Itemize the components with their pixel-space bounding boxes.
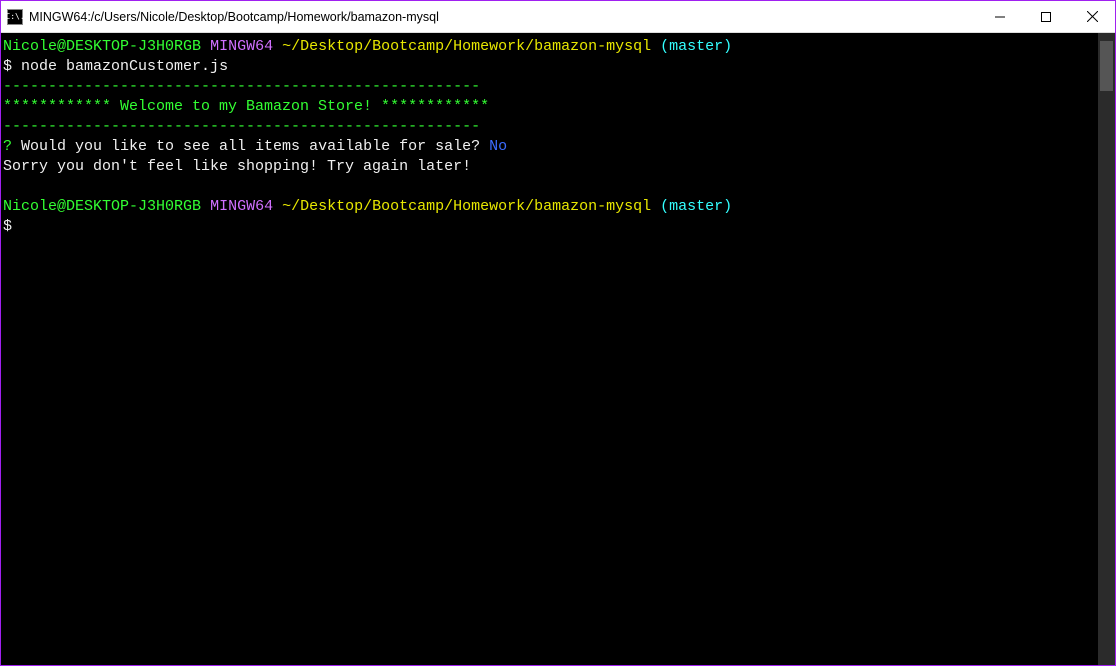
question-mark: ?: [3, 138, 12, 155]
prompt-path: ~/Desktop/Bootcamp/Homework/bamazon-mysq…: [282, 198, 651, 215]
prompt-env: MINGW64: [210, 198, 273, 215]
prompt-branch: (master): [660, 38, 732, 55]
welcome-banner: ************ Welcome to my Bamazon Store…: [3, 98, 489, 115]
terminal-icon: C:\.: [7, 9, 23, 25]
prompt-env: MINGW64: [210, 38, 273, 55]
vertical-scrollbar[interactable]: [1098, 33, 1115, 665]
sorry-message: Sorry you don't feel like shopping! Try …: [3, 158, 471, 175]
prompt-user: Nicole@DESKTOP-J3H0RGB: [3, 38, 201, 55]
terminal-area: Nicole@DESKTOP-J3H0RGB MINGW64 ~/Desktop…: [1, 33, 1115, 665]
answer-text: No: [480, 138, 507, 155]
command-text: node bamazonCustomer.js: [21, 58, 228, 75]
divider-line: ----------------------------------------…: [3, 118, 480, 135]
window-controls: [977, 1, 1115, 32]
minimize-icon: [995, 12, 1005, 22]
prompt-branch: (master): [660, 198, 732, 215]
divider-line: ----------------------------------------…: [3, 78, 480, 95]
window-titlebar: C:\. MINGW64:/c/Users/Nicole/Desktop/Boo…: [1, 1, 1115, 33]
maximize-icon: [1041, 12, 1051, 22]
minimize-button[interactable]: [977, 1, 1023, 32]
blank-line: [3, 178, 12, 195]
prompt-symbol: $: [3, 58, 12, 75]
question-text: Would you like to see all items availabl…: [12, 138, 480, 155]
prompt-user: Nicole@DESKTOP-J3H0RGB: [3, 198, 201, 215]
scrollbar-thumb[interactable]: [1100, 41, 1113, 91]
maximize-button[interactable]: [1023, 1, 1069, 32]
prompt-path: ~/Desktop/Bootcamp/Homework/bamazon-mysq…: [282, 38, 651, 55]
terminal-output[interactable]: Nicole@DESKTOP-J3H0RGB MINGW64 ~/Desktop…: [1, 33, 1098, 665]
close-icon: [1087, 11, 1098, 22]
prompt-symbol: $: [3, 218, 12, 235]
close-button[interactable]: [1069, 1, 1115, 32]
window-title: MINGW64:/c/Users/Nicole/Desktop/Bootcamp…: [29, 10, 977, 24]
